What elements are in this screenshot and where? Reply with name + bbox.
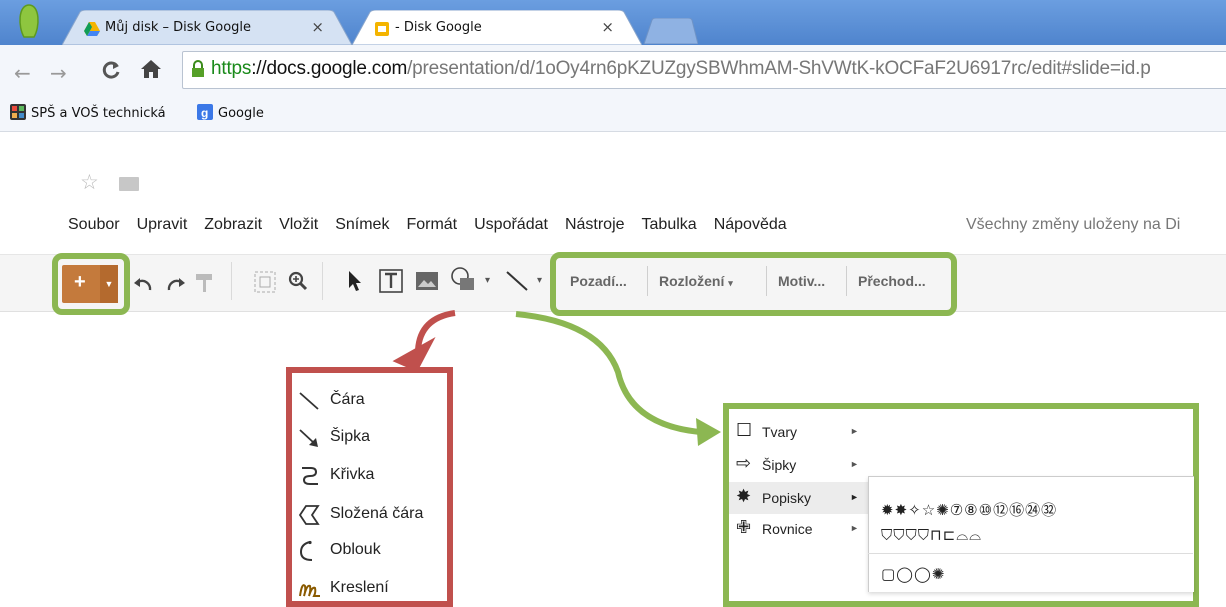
school-icon <box>10 104 26 120</box>
layout-label: Rozložení <box>659 273 725 289</box>
svg-text:g: g <box>201 106 208 120</box>
transition-button[interactable]: Přechod... <box>858 273 926 289</box>
menu-arrange[interactable]: Uspořádat <box>474 216 548 233</box>
shape-menu-label: Rovnice <box>762 521 813 537</box>
bookmark-google[interactable]: g Google <box>197 104 264 121</box>
browser-logo-icon <box>19 4 39 38</box>
line-icon <box>299 392 319 410</box>
menu-insert[interactable]: Vložit <box>279 216 318 233</box>
bookmark-label: SPŠ a VOŠ technická <box>31 106 166 121</box>
toolbar-separator <box>647 266 648 296</box>
text-box-icon[interactable] <box>378 268 404 294</box>
arrow-shape-icon: ⇨ <box>736 453 752 474</box>
address-bar[interactable]: https://docs.google.com/presentation/d/1… <box>182 51 1226 89</box>
back-icon[interactable]: ← <box>14 61 31 85</box>
callout-shapes-row[interactable]: ✹✸✧☆✺⑦⑧⑩⑫⑯㉔㉜ <box>881 499 1057 520</box>
bookmark-label: Google <box>218 106 264 121</box>
chevron-right-icon: ► <box>850 523 859 533</box>
menu-table[interactable]: Tabulka <box>642 216 697 233</box>
shape-menu-label: Tvary <box>762 424 797 440</box>
line-menu-label: Kreslení <box>330 579 389 596</box>
tab-my-drive[interactable]: Můj disk – Disk Google × <box>62 10 352 45</box>
cursor-icon[interactable] <box>347 270 363 292</box>
tab-title: - Disk Google <box>395 20 482 35</box>
menu-edit[interactable]: Upravit <box>137 216 188 233</box>
arrow-icon <box>299 429 318 447</box>
save-status: Všechny změny uloženy na Di <box>966 216 1181 233</box>
tab-close-icon[interactable]: × <box>601 18 614 36</box>
tab-slides[interactable]: - Disk Google × <box>352 10 642 45</box>
layout-button[interactable]: Rozložení ▾ <box>659 273 733 289</box>
forward-icon[interactable]: → <box>50 61 67 85</box>
submenu-divider <box>868 553 1193 554</box>
line-menu-label: Křivka <box>330 466 375 483</box>
square-icon: ☐ <box>736 420 753 441</box>
url-path: /presentation/d/1oOy4rn6pKZUZgySBWhmAM-S… <box>407 58 1151 79</box>
chevron-down-icon[interactable]: ▾ <box>485 275 490 286</box>
select-fit-icon[interactable] <box>253 270 277 294</box>
undo-icon[interactable] <box>133 276 153 292</box>
chevron-right-icon: ► <box>850 459 859 469</box>
tab-close-icon[interactable]: × <box>311 18 324 36</box>
url-text: https://docs.google.com/presentation/d/1… <box>211 58 1151 80</box>
bookmark-sps[interactable]: SPŠ a VOŠ technická <box>10 104 166 121</box>
menu-view[interactable]: Zobrazit <box>204 216 262 233</box>
chevron-down-icon: ▾ <box>728 278 733 288</box>
menu-format[interactable]: Formát <box>406 216 457 233</box>
theme-button[interactable]: Motiv... <box>778 273 825 289</box>
toolbar-separator <box>766 266 767 296</box>
speech-bubble-row[interactable]: ▢◯◯✺ <box>881 565 945 583</box>
google-drive-icon <box>84 22 100 36</box>
url-host: ://docs.google.com <box>251 58 408 79</box>
tab-title: Můj disk – Disk Google <box>105 20 252 35</box>
scribble-icon <box>299 584 320 597</box>
zoom-icon[interactable] <box>288 271 308 293</box>
curve-icon <box>302 467 318 485</box>
line-menu-label: Čára <box>330 391 365 408</box>
lock-icon <box>192 60 204 77</box>
line-menu-label: Šipka <box>330 428 371 445</box>
chevron-right-icon: ► <box>850 426 859 436</box>
paint-format-icon[interactable] <box>195 272 213 294</box>
toolbar-separator <box>231 262 232 300</box>
menu-help[interactable]: Nápověda <box>714 216 787 233</box>
callout-icon: ✸ <box>736 486 752 507</box>
slides-icon <box>375 22 389 36</box>
docs-menubar: Soubor Upravit Zobrazit Vložit Snímek Formát U… <box>68 216 1180 234</box>
toolbar-separator <box>846 266 847 296</box>
chevron-down-icon[interactable]: ▾ <box>537 275 542 286</box>
toolbar-separator <box>322 262 323 300</box>
image-icon[interactable] <box>415 271 439 291</box>
plus-shape-icon: ✙ <box>736 517 752 538</box>
home-icon[interactable] <box>140 58 162 80</box>
redo-icon[interactable] <box>166 276 186 292</box>
star-icon[interactable]: ☆ <box>80 170 99 195</box>
background-button[interactable]: Pozadí... <box>570 273 627 289</box>
shape-menu-label: Šipky <box>762 457 797 473</box>
menu-tools[interactable]: Nástroje <box>565 216 625 233</box>
arc-icon <box>299 540 313 561</box>
line-icon[interactable] <box>505 270 529 292</box>
bookmarks-bar: SPŠ a VOŠ technická g Google <box>0 95 1226 132</box>
menu-slide[interactable]: Snímek <box>335 216 389 233</box>
line-menu-label: Oblouk <box>330 541 381 558</box>
line-menu-label: Složená čára <box>330 505 424 522</box>
banner-shapes-row[interactable]: ⛉⛉⛉⛉⊓⊏⌓⌓ <box>881 526 982 544</box>
reload-icon[interactable] <box>101 60 121 80</box>
highlight-new-slide <box>52 253 130 315</box>
menu-file[interactable]: Soubor <box>68 216 120 233</box>
shape-icon[interactable] <box>448 266 482 292</box>
url-scheme: https <box>211 58 252 79</box>
new-tab-button[interactable] <box>642 18 698 44</box>
folder-icon[interactable] <box>119 177 139 191</box>
shape-menu-label: Popisky <box>762 490 812 506</box>
browser-tabstrip: Můj disk – Disk Google × - Disk Google × <box>0 0 1226 45</box>
polyline-icon <box>298 505 320 525</box>
google-icon: g <box>197 104 213 120</box>
chevron-right-icon: ► <box>850 492 859 502</box>
